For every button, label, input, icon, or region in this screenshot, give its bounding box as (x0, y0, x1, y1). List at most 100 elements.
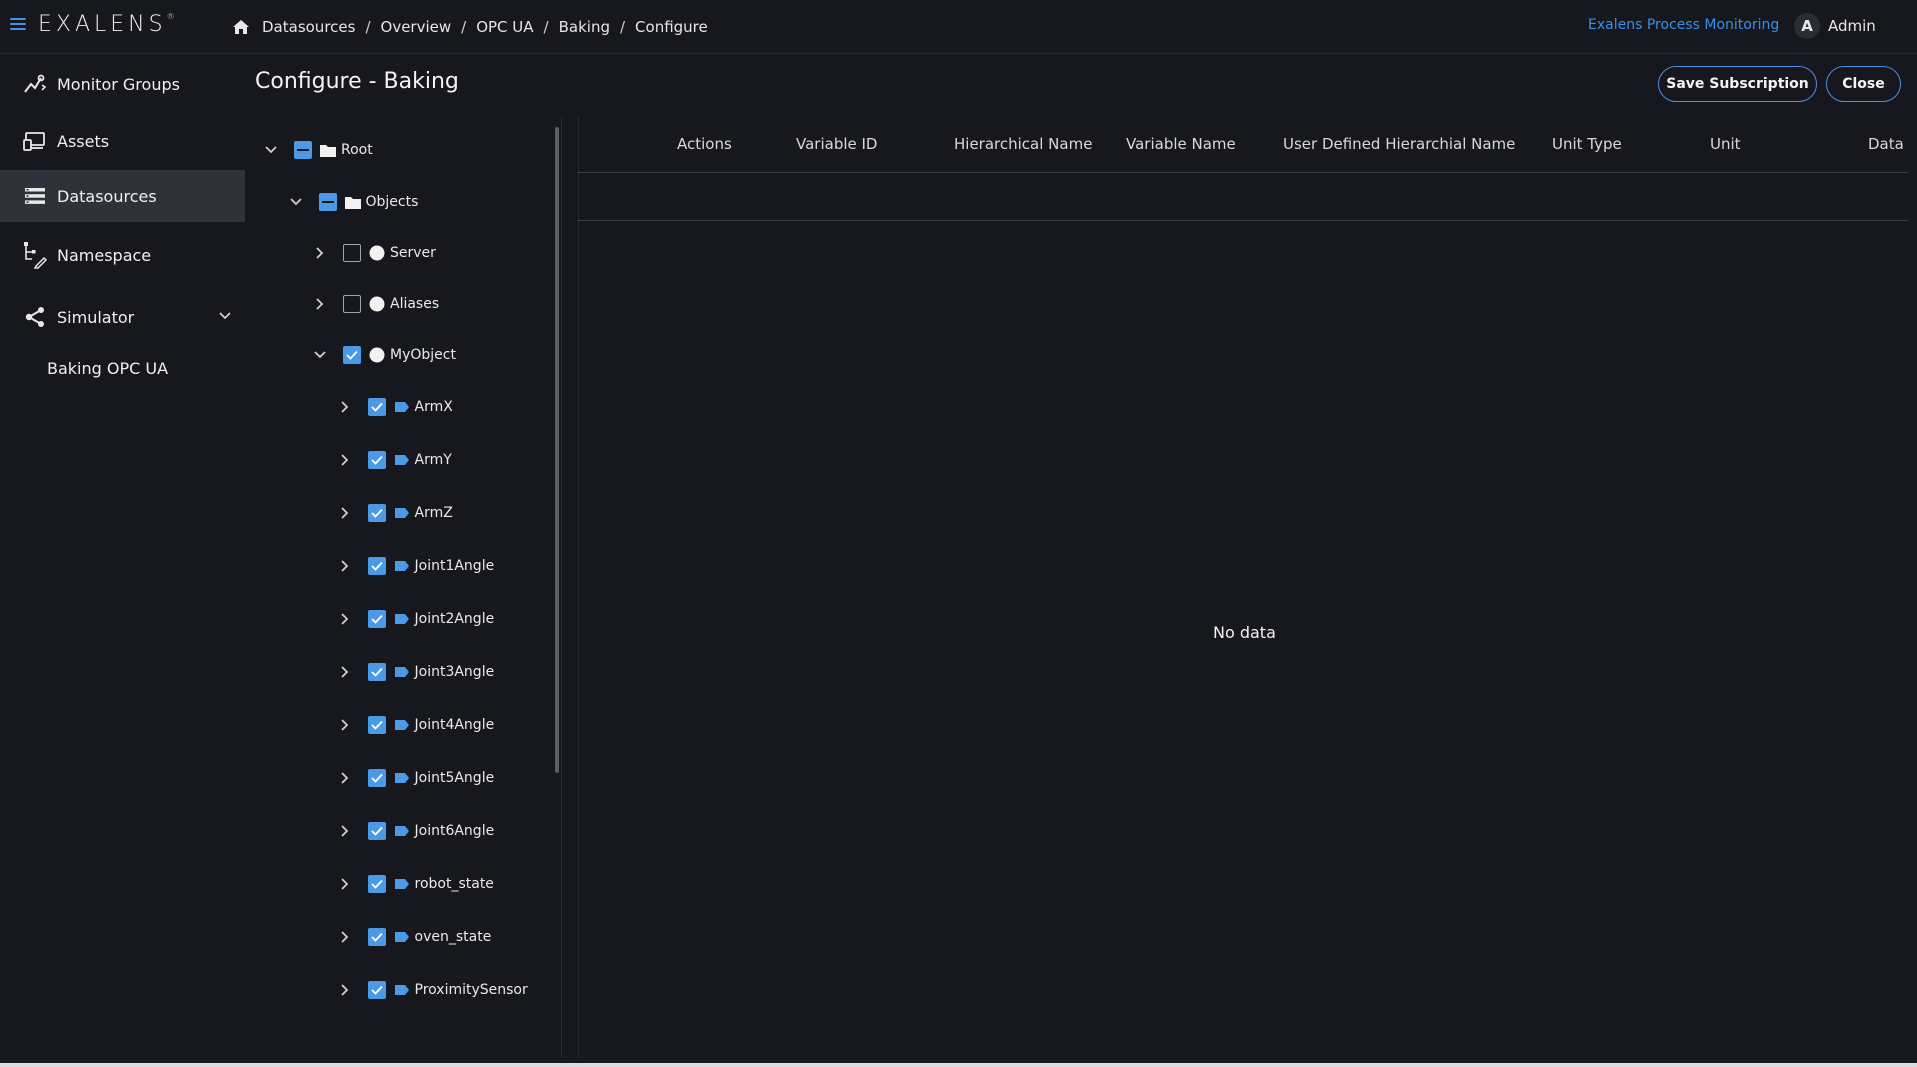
tree-node-label: Server (390, 245, 436, 261)
chevron-right-icon[interactable] (338, 612, 352, 626)
node-checkbox[interactable] (367, 769, 386, 787)
tree-node[interactable]: Server (313, 238, 436, 268)
node-checkbox[interactable] (367, 451, 386, 469)
sidebar-subitem-baking-opc-ua[interactable]: Baking OPC UA (47, 359, 168, 378)
node-checkbox[interactable] (367, 875, 386, 893)
node-checkbox[interactable] (367, 557, 386, 575)
tree-node[interactable]: Joint5Angle (338, 763, 495, 793)
node-checkbox[interactable] (367, 504, 386, 522)
tree-node-label: Joint5Angle (414, 770, 495, 786)
node-checkbox[interactable] (367, 822, 386, 840)
chevron-down-icon[interactable] (289, 195, 303, 209)
node-checkbox[interactable] (367, 663, 386, 681)
tree-node-label: Joint6Angle (414, 823, 495, 839)
column-header-data[interactable]: Data (1868, 135, 1904, 153)
tree-node[interactable]: Joint6Angle (338, 816, 495, 846)
node-checkbox[interactable] (343, 295, 361, 313)
tree-node[interactable]: Joint2Angle (338, 604, 494, 634)
breadcrumb-separator: / (461, 18, 467, 36)
object-node-icon (368, 347, 386, 363)
tree-node[interactable]: Joint3Angle (338, 657, 494, 687)
tree-scrollbar[interactable] (555, 127, 559, 773)
breadcrumb-overview[interactable]: Overview (381, 18, 452, 36)
node-checkbox[interactable] (367, 398, 386, 416)
chevron-right-icon[interactable] (338, 877, 352, 891)
chevron-right-icon[interactable] (313, 297, 327, 311)
node-checkbox[interactable] (343, 346, 361, 364)
sidebar: Monitor Groups Assets Datasources Namesp… (0, 54, 245, 1063)
tree-node[interactable]: oven_state (338, 922, 492, 952)
chevron-right-icon[interactable] (338, 559, 352, 573)
node-checkbox[interactable] (367, 981, 386, 999)
close-button[interactable]: Close (1826, 66, 1901, 102)
chevron-right-icon[interactable] (338, 930, 352, 944)
window-bottom-edge (0, 1063, 1917, 1067)
breadcrumb-separator: / (543, 18, 549, 36)
sidebar-item-label: Monitor Groups (57, 74, 180, 94)
save-subscription-button[interactable]: Save Subscription (1658, 66, 1817, 102)
tree-node-label: ArmZ (414, 505, 453, 521)
tree-node[interactable]: ProximitySensor (338, 975, 528, 1005)
variables-table: Actions Variable ID Hierarchical Name Va… (578, 117, 1908, 1057)
breadcrumb-baking[interactable]: Baking (559, 18, 610, 36)
chevron-down-icon[interactable] (264, 143, 278, 157)
column-header-variable-name[interactable]: Variable Name (1126, 135, 1236, 153)
sidebar-item-namespace[interactable]: Namespace (0, 229, 245, 281)
node-checkbox[interactable] (343, 244, 361, 262)
chevron-right-icon[interactable] (338, 824, 352, 838)
table-filter-row (578, 173, 1908, 221)
home-icon[interactable] (232, 19, 250, 35)
chevron-right-icon[interactable] (313, 246, 327, 260)
sidebar-item-datasources[interactable]: Datasources (0, 170, 245, 222)
folder-icon (344, 194, 362, 210)
column-header-unit[interactable]: Unit (1710, 135, 1741, 153)
tree-node[interactable]: ArmX (338, 392, 453, 422)
tree-node[interactable]: MyObject (313, 340, 456, 370)
column-header-hierarchical-name[interactable]: Hierarchical Name (954, 135, 1092, 153)
tree-node[interactable]: ArmZ (338, 498, 453, 528)
node-checkbox[interactable] (318, 193, 337, 211)
chevron-right-icon[interactable] (338, 665, 352, 679)
tree-node[interactable]: Joint4Angle (338, 710, 494, 740)
app-name-link[interactable]: Exalens Process Monitoring (1588, 17, 1779, 33)
column-header-unit-type[interactable]: Unit Type (1552, 135, 1622, 153)
breadcrumb-datasources[interactable]: Datasources (262, 18, 355, 36)
node-checkbox[interactable] (367, 716, 386, 734)
tree-node[interactable]: ArmY (338, 445, 452, 475)
breadcrumb: Datasources / Overview / OPC UA / Baking… (232, 18, 708, 36)
chevron-right-icon[interactable] (338, 771, 352, 785)
tree-node-label: Aliases (390, 296, 440, 312)
tree-node[interactable]: Joint1Angle (338, 551, 494, 581)
object-node-icon (368, 296, 386, 312)
column-header-actions[interactable]: Actions (677, 135, 732, 153)
node-checkbox[interactable] (367, 610, 386, 628)
variable-tag-icon (393, 770, 411, 786)
node-checkbox[interactable] (294, 141, 312, 159)
chevron-down-icon[interactable] (313, 348, 327, 362)
chevron-right-icon[interactable] (338, 983, 352, 997)
tree-node-label: Root (341, 142, 373, 158)
breadcrumb-separator: / (619, 18, 626, 36)
logo-text: EXALENS (38, 12, 167, 37)
sidebar-item-monitor-groups[interactable]: Monitor Groups (0, 58, 245, 110)
chevron-down-icon[interactable] (218, 309, 232, 323)
sidebar-item-simulator[interactable]: Simulator (0, 291, 245, 343)
tree-node[interactable]: Objects (289, 187, 418, 217)
tree-node[interactable]: Aliases (313, 289, 439, 319)
user-menu[interactable]: A Admin (1794, 13, 1876, 39)
breadcrumb-opc-ua[interactable]: OPC UA (476, 18, 533, 36)
column-header-user-defined-hierarchial-name[interactable]: User Defined Hierarchial Name (1283, 135, 1515, 153)
brand-logo[interactable]: EXALENS® (38, 12, 175, 37)
chevron-right-icon[interactable] (338, 506, 352, 520)
tree-node[interactable]: robot_state (338, 869, 494, 899)
column-header-variable-id[interactable]: Variable ID (796, 135, 877, 153)
menu-icon[interactable] (10, 18, 26, 32)
chevron-right-icon[interactable] (338, 400, 352, 414)
tree-node-label: oven_state (414, 929, 492, 945)
tree-node[interactable]: Root (264, 135, 373, 165)
chevron-right-icon[interactable] (338, 718, 352, 732)
breadcrumb-separator: / (365, 18, 371, 36)
chevron-right-icon[interactable] (338, 453, 352, 467)
sidebar-item-assets[interactable]: Assets (0, 115, 245, 167)
node-checkbox[interactable] (367, 928, 386, 946)
